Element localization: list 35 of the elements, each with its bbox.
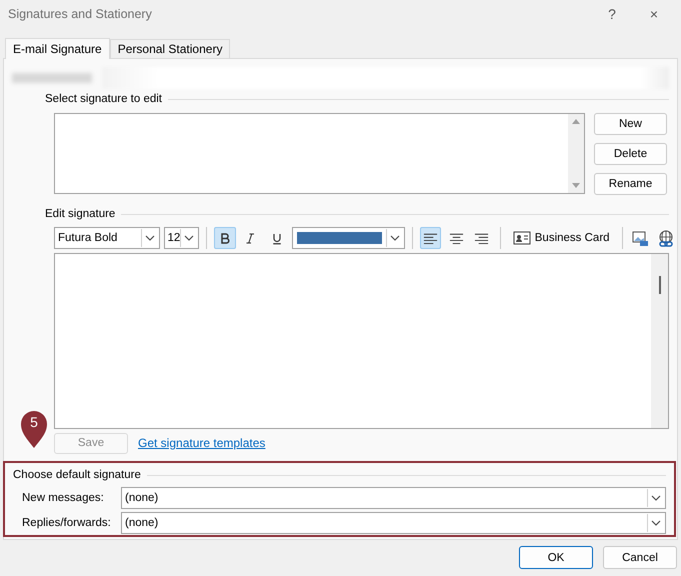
dialog-button[interactable]: OK	[519, 546, 593, 569]
bold-button[interactable]	[214, 227, 236, 249]
color-dropdown[interactable]	[292, 227, 405, 249]
align-center-icon	[448, 231, 464, 245]
list-action-button[interactable]: New	[594, 113, 667, 135]
size-dropdown[interactable]: 12	[164, 227, 200, 249]
field-label: Replies/forwards:	[22, 517, 112, 529]
dialog-button[interactable]: Cancel	[603, 546, 677, 569]
help-button[interactable]: ?	[597, 6, 627, 22]
signature-list[interactable]	[54, 113, 585, 194]
italic-icon	[244, 232, 257, 244]
section-label: Choose default signature	[13, 469, 141, 481]
bold-icon	[219, 232, 232, 244]
tab[interactable]: Personal Stationery	[110, 39, 230, 58]
close-button[interactable]: ×	[639, 6, 669, 22]
scrollbar[interactable]	[651, 254, 668, 428]
field-label: New messages:	[22, 492, 105, 504]
align-right-icon	[474, 231, 490, 245]
section-label: Select signature to edit	[45, 93, 162, 105]
list-action-button[interactable]: Rename	[594, 173, 667, 195]
templates-link[interactable]: Get signature templates	[138, 436, 266, 450]
picture-icon	[631, 230, 650, 246]
font-dropdown[interactable]: Futura Bold	[54, 227, 160, 249]
window-title: Signatures and Stationery	[8, 7, 153, 21]
signature-dropdown[interactable]: (none)	[121, 512, 666, 534]
align-left-icon	[422, 231, 438, 245]
business-card-button[interactable]: Business Card	[508, 227, 615, 249]
link-icon	[657, 230, 676, 246]
section-label: Edit signature	[45, 208, 116, 220]
align-left-button[interactable]	[420, 227, 442, 249]
signature-dropdown[interactable]: (none)	[121, 487, 666, 509]
list-action-button[interactable]: Delete	[594, 143, 667, 165]
tab[interactable]: E-mail Signature	[5, 38, 110, 59]
contact-card-icon	[512, 231, 531, 245]
underline-icon	[270, 232, 283, 244]
